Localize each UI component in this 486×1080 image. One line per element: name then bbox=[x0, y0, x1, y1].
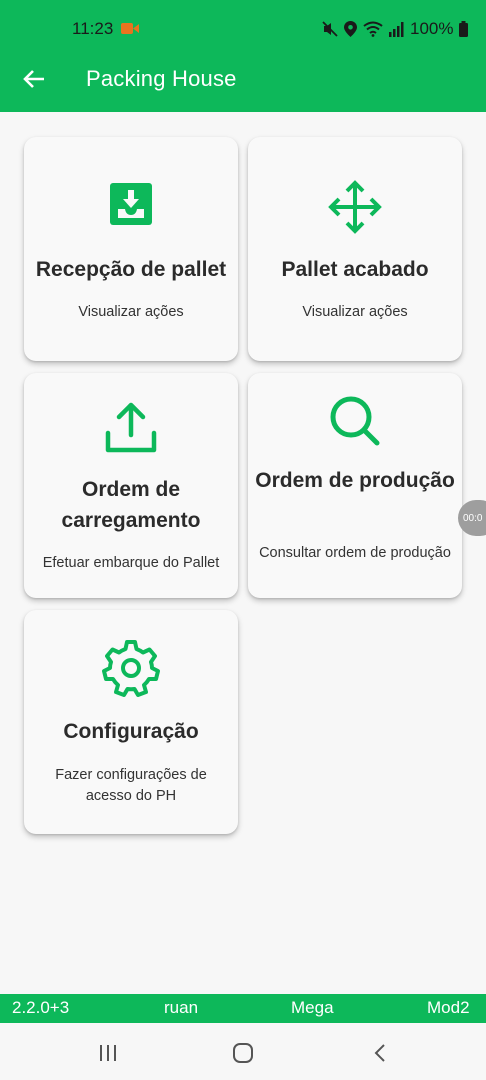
back-button[interactable] bbox=[17, 62, 51, 96]
footer-user: ruan bbox=[164, 998, 199, 1017]
battery-icon bbox=[459, 21, 469, 37]
recent-apps-icon bbox=[100, 1045, 116, 1061]
search-icon bbox=[330, 396, 380, 446]
chevron-left-icon bbox=[374, 1044, 385, 1062]
card-recepcao-pallet[interactable]: Recepção de pallet Visualizar ações bbox=[24, 137, 238, 361]
card-title: Recepção de pallet bbox=[35, 258, 227, 281]
footer-version: 2.2.0+3 bbox=[12, 998, 70, 1017]
card-title: Ordem de carregamento bbox=[61, 478, 201, 532]
system-nav-bar bbox=[0, 1023, 486, 1080]
status-time: 11:23 bbox=[72, 19, 114, 38]
page-title: Packing House bbox=[86, 66, 237, 91]
card-subtitle: Fazer configurações de acesso do PH bbox=[55, 767, 207, 804]
nav-back-button[interactable] bbox=[368, 1041, 392, 1065]
wifi-icon bbox=[363, 21, 383, 37]
card-title: Configuração bbox=[63, 720, 199, 743]
card-ordem-producao[interactable]: Ordem de produção Consultar ordem de pro… bbox=[248, 373, 462, 598]
card-pallet-acabado[interactable]: Pallet acabado Visualizar ações bbox=[248, 137, 462, 361]
gear-icon bbox=[102, 640, 160, 697]
card-configuracao[interactable]: Configuração Fazer configurações de aces… bbox=[24, 610, 238, 834]
status-icons: 100% bbox=[322, 19, 469, 39]
status-bar: 11:23 100% bbox=[0, 0, 486, 58]
move-arrows-icon bbox=[328, 180, 382, 234]
footer-company: Mega bbox=[291, 998, 334, 1017]
footer-module: Mod2 bbox=[427, 998, 470, 1017]
battery-percent: 100% bbox=[410, 19, 454, 38]
timer-text: 00:0 bbox=[463, 512, 483, 524]
arrow-left-icon bbox=[23, 70, 44, 88]
recent-apps-button[interactable] bbox=[96, 1041, 120, 1065]
screen-record-icon bbox=[121, 23, 139, 34]
card-subtitle: Efetuar embarque do Pallet bbox=[42, 555, 220, 571]
app-bar: 11:23 100% Packing House bbox=[0, 0, 486, 112]
card-title: Pallet acabado bbox=[281, 258, 429, 281]
card-subtitle: Visualizar ações bbox=[302, 304, 408, 320]
card-subtitle: Consultar ordem de produção bbox=[259, 545, 451, 561]
home-icon bbox=[233, 1043, 253, 1063]
signal-icon bbox=[389, 21, 404, 37]
card-title: Ordem de produção bbox=[255, 469, 455, 492]
footer-info-bar: 2.2.0+3 ruan Mega Mod2 bbox=[0, 994, 486, 1023]
upload-icon bbox=[105, 402, 157, 453]
home-button[interactable] bbox=[231, 1041, 255, 1065]
card-ordem-carregamento[interactable]: Ordem de carregamento Efetuar embarque d… bbox=[24, 373, 238, 598]
inbox-download-icon bbox=[110, 183, 152, 225]
card-subtitle: Visualizar ações bbox=[78, 304, 184, 320]
location-icon bbox=[344, 21, 357, 37]
floating-timer-pill[interactable]: 00:0 bbox=[458, 500, 486, 536]
mute-icon bbox=[322, 21, 338, 37]
toolbar: Packing House bbox=[0, 58, 486, 112]
